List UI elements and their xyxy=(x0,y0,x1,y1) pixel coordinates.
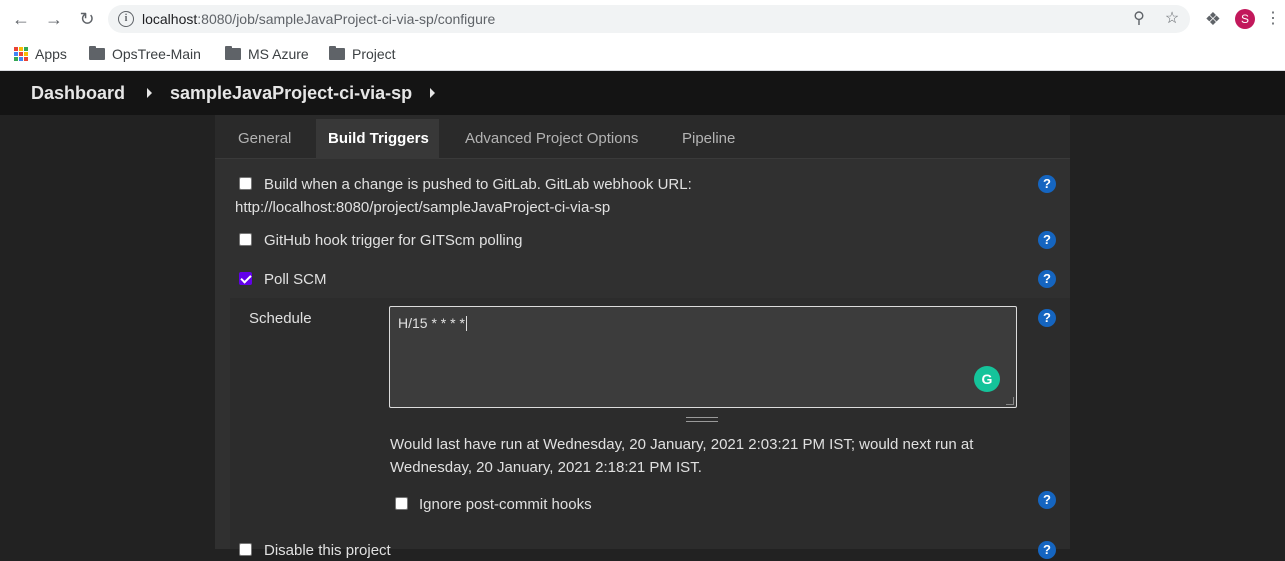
site-info-icon[interactable]: i xyxy=(118,11,134,27)
jenkins-header: Dashboard sampleJavaProject-ci-via-sp xyxy=(0,71,1285,115)
reload-icon[interactable]: ↻ xyxy=(75,7,99,31)
breadcrumb-arrow-icon[interactable] xyxy=(147,88,152,98)
schedule-textarea[interactable]: H/15 * * * * xyxy=(389,306,1017,408)
github-trigger-label: GitHub hook trigger for GITScm polling xyxy=(264,232,523,249)
apps-grid-icon xyxy=(14,47,28,61)
ignore-post-commit-checkbox[interactable] xyxy=(395,497,408,510)
schedule-info-line1: Would last have run at Wednesday, 20 Jan… xyxy=(390,436,974,453)
tab-general[interactable]: General xyxy=(238,119,291,159)
folder-icon xyxy=(329,46,345,60)
schedule-value: H/15 * * * * xyxy=(398,315,467,331)
back-arrow-icon[interactable]: ← xyxy=(9,7,33,31)
url-path: :8080/job/sampleJavaProject-ci-via-sp/co… xyxy=(197,11,496,27)
help-icon[interactable]: ? xyxy=(1038,175,1056,193)
grammarly-icon[interactable] xyxy=(974,366,1000,392)
bookmarks-bar: Apps OpsTree-Main MS Azure Project xyxy=(0,38,1285,71)
config-tabs: General Build Triggers Advanced Project … xyxy=(215,115,1070,159)
tab-build-triggers[interactable]: Build Triggers xyxy=(316,119,439,159)
help-icon[interactable]: ? xyxy=(1038,491,1056,509)
bookmark-star-icon[interactable]: ☆ xyxy=(1162,9,1182,29)
github-trigger-checkbox[interactable] xyxy=(239,233,252,246)
breadcrumb-job[interactable]: sampleJavaProject-ci-via-sp xyxy=(170,82,412,104)
schedule-info-line2: Wednesday, 20 January, 2021 2:18:21 PM I… xyxy=(390,459,702,476)
tab-advanced-project-options[interactable]: Advanced Project Options xyxy=(465,119,638,159)
url-text[interactable]: localhost:8080/job/sampleJavaProject-ci-… xyxy=(142,11,495,27)
profile-avatar[interactable]: S xyxy=(1235,9,1255,29)
browser-toolbar: ← → ↻ i localhost:8080/job/sampleJavaPro… xyxy=(0,0,1285,38)
schedule-label: Schedule xyxy=(249,310,312,327)
bookmark-label: Apps xyxy=(35,46,67,62)
bookmark-label: Project xyxy=(352,46,396,62)
bookmark-opstree-main[interactable]: OpsTree-Main xyxy=(89,44,201,64)
breadcrumb-arrow-icon[interactable] xyxy=(430,88,435,98)
gitlab-trigger-label: Build when a change is pushed to GitLab.… xyxy=(264,176,692,193)
poll-scm-label: Poll SCM xyxy=(264,271,327,288)
help-icon[interactable]: ? xyxy=(1038,270,1056,288)
folder-icon xyxy=(89,46,105,60)
url-host: localhost xyxy=(142,11,198,27)
disable-project-label: Disable this project xyxy=(264,542,391,559)
folder-icon xyxy=(225,46,241,60)
zoom-icon[interactable]: ⚲ xyxy=(1129,9,1149,29)
forward-arrow-icon[interactable]: → xyxy=(42,7,66,31)
gitlab-trigger-checkbox[interactable] xyxy=(239,177,252,190)
help-icon[interactable]: ? xyxy=(1038,541,1056,559)
breadcrumb-dashboard[interactable]: Dashboard xyxy=(31,82,125,104)
textarea-drag-handle[interactable] xyxy=(686,417,718,422)
extensions-puzzle-icon[interactable]: ❖ xyxy=(1203,8,1223,30)
address-bar[interactable]: i localhost:8080/job/sampleJavaProject-c… xyxy=(108,5,1190,33)
tab-pipeline[interactable]: Pipeline xyxy=(682,119,735,159)
resize-grip-icon[interactable] xyxy=(1006,397,1014,405)
help-icon[interactable]: ? xyxy=(1038,309,1056,327)
poll-scm-checkbox[interactable] xyxy=(239,272,252,285)
ignore-post-commit-label: Ignore post-commit hooks xyxy=(419,496,592,513)
bookmark-apps[interactable]: Apps xyxy=(14,44,67,64)
bookmark-label: MS Azure xyxy=(248,46,309,62)
gitlab-webhook-url: http://localhost:8080/project/sampleJava… xyxy=(235,199,611,216)
bookmark-project[interactable]: Project xyxy=(329,44,396,64)
disable-project-checkbox[interactable] xyxy=(239,543,252,556)
bookmark-label: OpsTree-Main xyxy=(112,46,201,62)
bookmark-ms-azure[interactable]: MS Azure xyxy=(225,44,309,64)
help-icon[interactable]: ? xyxy=(1038,231,1056,249)
browser-menu-icon[interactable]: ⋮ xyxy=(1265,8,1281,30)
